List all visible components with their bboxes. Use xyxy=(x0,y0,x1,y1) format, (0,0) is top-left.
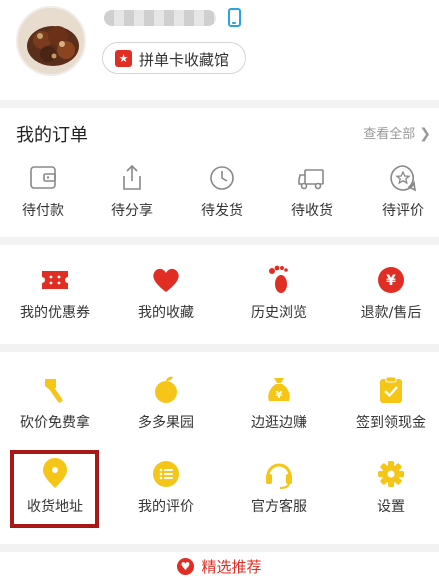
orders-status-row: 待付款 待分享 待发货 待收货 待评价 xyxy=(0,162,439,232)
checkin-icon xyxy=(380,376,402,403)
service-label: 我的优惠券 xyxy=(20,305,90,321)
order-status-pending-review[interactable]: 待评价 xyxy=(348,162,439,232)
tool-label: 砍价免费拿 xyxy=(20,415,90,431)
phone-icon xyxy=(228,8,241,27)
settings-button[interactable]: 设置 xyxy=(336,458,439,528)
browse-earn-button[interactable]: ¥ 边逛边赚 xyxy=(224,374,334,444)
recommend-heart-icon xyxy=(177,558,195,575)
recommend-section-header: 精选推荐 xyxy=(0,556,439,580)
share-icon xyxy=(123,164,141,190)
checkin-cash-button[interactable]: 签到领现金 xyxy=(336,374,439,444)
card-collection-label: 拼单卡收藏馆 xyxy=(139,51,230,69)
order-status-label: 待评价 xyxy=(382,203,424,219)
wallet-icon xyxy=(30,166,56,189)
service-label: 我的收藏 xyxy=(138,305,194,321)
comment-list-icon xyxy=(153,461,179,487)
duoduo-orchard-button[interactable]: 多多果园 xyxy=(111,374,221,444)
tool-label: 设置 xyxy=(377,499,405,515)
svg-text:¥: ¥ xyxy=(276,390,283,401)
tool-label: 我的评价 xyxy=(138,499,194,515)
service-label: 退款/售后 xyxy=(360,305,422,321)
location-icon xyxy=(43,458,67,488)
view-all-label: 查看全部 xyxy=(363,127,416,142)
tool-label: 收货地址 xyxy=(27,499,83,515)
username-blurred xyxy=(104,10,216,26)
service-label: 历史浏览 xyxy=(251,305,307,321)
tool-label: 签到领现金 xyxy=(356,415,426,431)
avatar[interactable] xyxy=(16,6,86,76)
tool-label: 官方客服 xyxy=(251,499,307,515)
tools-row-2: 收货地址 我的评价 官方客服 设置 xyxy=(0,458,439,528)
bargain-free-button[interactable]: 砍价免费拿 xyxy=(0,374,110,444)
footprint-icon xyxy=(269,265,288,293)
heart-icon xyxy=(153,268,179,292)
my-reviews-button[interactable]: 我的评价 xyxy=(111,458,221,528)
orders-title: 我的订单 xyxy=(16,125,88,146)
money-bag-icon: ¥ xyxy=(268,378,290,401)
tools-row-1: 砍价免费拿 多多果园 ¥ 边逛边赚 签到领现金 xyxy=(0,374,439,444)
truck-icon xyxy=(298,169,324,190)
shipping-address-button[interactable]: 收货地址 xyxy=(0,458,110,528)
review-icon xyxy=(390,165,417,192)
official-support-button[interactable]: 官方客服 xyxy=(224,458,334,528)
axe-icon xyxy=(45,379,63,403)
fruit-icon xyxy=(155,376,177,403)
browse-history-button[interactable]: 历史浏览 xyxy=(224,264,334,334)
headset-icon xyxy=(266,463,292,489)
svg-text:¥: ¥ xyxy=(386,273,396,289)
refund-aftersales-button[interactable]: ¥ 退款/售后 xyxy=(336,264,439,334)
profile-header: ★ 拼单卡收藏馆 xyxy=(0,0,439,100)
recommend-label: 精选推荐 xyxy=(201,558,262,576)
card-badge-icon: ★ xyxy=(115,50,132,67)
section-divider xyxy=(0,237,439,245)
services-row: 我的优惠券 我的收藏 历史浏览 ¥ 退款/售后 xyxy=(0,264,439,334)
chevron-right-icon: ❯ xyxy=(419,126,431,142)
my-coupons-button[interactable]: 我的优惠券 xyxy=(0,264,110,334)
card-collection-button[interactable]: ★ 拼单卡收藏馆 xyxy=(102,42,246,74)
clock-icon xyxy=(210,166,234,190)
section-divider xyxy=(0,100,439,108)
avatar-image xyxy=(18,8,84,74)
section-divider xyxy=(0,344,439,352)
gear-icon xyxy=(378,461,404,487)
coupon-icon xyxy=(42,271,68,289)
view-all-orders-link[interactable]: 查看全部 ❯ xyxy=(363,123,431,142)
refund-icon: ¥ xyxy=(378,267,404,293)
tool-label: 多多果园 xyxy=(138,415,194,431)
section-divider xyxy=(0,544,439,552)
tool-label: 边逛边赚 xyxy=(251,415,307,431)
my-favorites-button[interactable]: 我的收藏 xyxy=(111,264,221,334)
